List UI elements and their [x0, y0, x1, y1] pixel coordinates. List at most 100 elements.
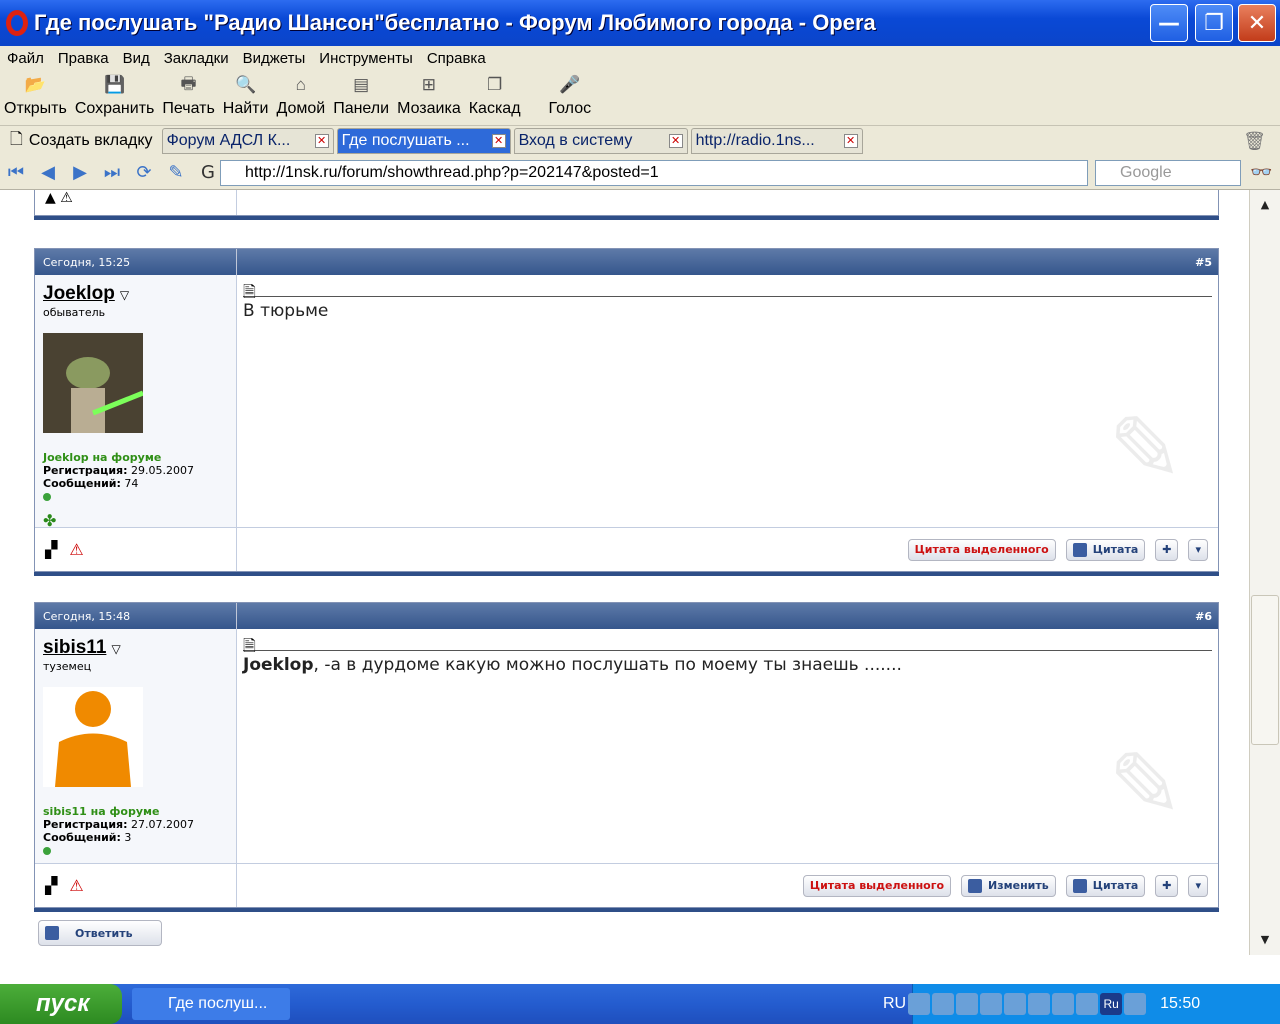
online-dot-icon [43, 847, 51, 855]
home-icon: ⌂ [295, 75, 306, 94]
print-button[interactable]: 🖶 Печать [158, 70, 218, 125]
report-icon[interactable]: ⚠ [69, 540, 83, 559]
user-title: обыватель [43, 306, 106, 319]
print-icon: 🖶 [180, 73, 197, 93]
multiquote-button[interactable]: ✚ [1155, 538, 1179, 561]
close-tab-icon[interactable]: ✕ [668, 134, 683, 148]
quote-button[interactable]: Цитата [1065, 538, 1146, 561]
user-card: sibis11 ▽ туземец sibis11 на форуме Реги… [35, 629, 237, 863]
tab-adsl[interactable]: Форум АДСЛ К... ✕ [161, 128, 334, 154]
taskbar-opera-item[interactable]: Где послуш... [132, 988, 290, 1020]
post-number[interactable]: #5 [1195, 256, 1218, 269]
ip-icon[interactable]: ▞ [45, 876, 57, 895]
tray-app-icon[interactable] [1028, 993, 1051, 1015]
post-message: 🗎 В тюрьме ✎ [237, 275, 1218, 527]
pencil-watermark-icon: ✎ [1108, 397, 1184, 502]
open-button[interactable]: 📂 Открыть [0, 70, 71, 125]
tray-lang-icon[interactable]: Ru [1100, 993, 1123, 1015]
scroll-up-icon[interactable]: ▲ [1250, 190, 1280, 220]
post: Сегодня, 15:25 #5 Joeklop ▽ обыватель Jo… [34, 248, 1219, 572]
post-header: Сегодня, 15:25 #5 [35, 249, 1218, 275]
tray-volume-icon[interactable] [1124, 993, 1147, 1015]
scrollbar-thumb[interactable] [1251, 595, 1279, 745]
start-button[interactable]: пуск [0, 984, 122, 1024]
quoted-username[interactable]: Joeklop [243, 655, 314, 675]
new-tab-button[interactable]: 🗋 Создать вкладку [0, 128, 159, 155]
online-status[interactable]: Joeklop на форуме [43, 451, 228, 464]
maximize-button[interactable]: ❐ [1195, 4, 1233, 42]
menu-edit[interactable]: Правка [51, 50, 116, 67]
username[interactable]: Joeklop [43, 283, 115, 304]
previous-post-footer: ▲ ⚠ [34, 190, 1219, 216]
report-icon[interactable]: ▲ ⚠ [35, 190, 237, 215]
vertical-scrollbar[interactable]: ▲ ▼ [1249, 190, 1280, 955]
find-button[interactable]: 🔍 Найти [219, 70, 273, 125]
trash-icon[interactable]: 🗑 [1243, 131, 1266, 152]
voice-button[interactable]: 🎤 Голос [545, 70, 596, 125]
online-status[interactable]: sibis11 на форуме [43, 805, 228, 818]
tab-login[interactable]: Вход в систему ✕ [513, 128, 688, 154]
url-input[interactable]: http://1nsk.ru/forum/showthread.php?p=20… [220, 160, 1088, 186]
chevron-down-icon[interactable]: ▽ [111, 642, 120, 656]
chevron-down-icon[interactable]: ▽ [120, 288, 129, 302]
panels-button[interactable]: ▤ Панели [329, 70, 393, 125]
message-count: 3 [124, 831, 132, 844]
tray-app-icon[interactable] [1052, 993, 1075, 1015]
menu-view[interactable]: Вид [116, 50, 157, 67]
fast-forward-icon[interactable]: ⏭ [98, 162, 126, 184]
quote-selected-button[interactable]: Цитата выделенного [802, 874, 952, 897]
post-number[interactable]: #6 [1195, 610, 1218, 623]
cascade-button[interactable]: ❐ Каскад [465, 70, 525, 125]
post-icon: 🗎 [243, 635, 1212, 655]
edit-icon[interactable]: ✎ [162, 162, 190, 184]
search-input[interactable]: Google [1095, 160, 1241, 186]
pencil-watermark-icon: ✎ [1108, 733, 1184, 838]
menu-widgets[interactable]: Виджеты [236, 50, 313, 67]
close-tab-icon[interactable]: ✕ [491, 134, 506, 148]
reply-button[interactable]: Ответить [38, 920, 162, 946]
report-icon[interactable]: ⚠ [69, 876, 83, 895]
reload-icon[interactable]: ⟳ [130, 162, 158, 184]
avatar [43, 687, 143, 787]
tab-radio-1nsk[interactable]: http://radio.1ns... ✕ [690, 128, 863, 154]
ip-icon[interactable]: ▞ [45, 540, 57, 559]
tray-network-icon[interactable] [956, 993, 979, 1015]
multiquote-button[interactable]: ✚ [1155, 874, 1179, 897]
tray-icq-icon[interactable] [1076, 993, 1099, 1015]
menu-bookmarks[interactable]: Закладки [157, 50, 236, 67]
forward-icon[interactable]: ▶ [66, 162, 94, 184]
close-tab-icon[interactable]: ✕ [314, 134, 329, 148]
tray-network-icon[interactable] [908, 993, 931, 1015]
tray-user-icon[interactable] [980, 993, 1003, 1015]
tab-radio-chanson[interactable]: Где послушать ... ✕ [336, 128, 511, 154]
panels-icon: ▤ [353, 75, 370, 94]
home-button[interactable]: ⌂ Домой [272, 70, 329, 125]
window-title: Где послушать "Радио Шансон"бесплатно - … [34, 10, 876, 35]
tile-button[interactable]: ⊞ Мозаика [393, 70, 465, 125]
language-indicator[interactable]: RU [883, 995, 906, 1013]
menu-tools[interactable]: Инструменты [312, 50, 420, 67]
reply-icon [45, 926, 59, 940]
quick-reply-button[interactable]: ▾ [1188, 874, 1208, 897]
opera-logo-icon [6, 10, 28, 36]
tray-network-icon[interactable] [932, 993, 955, 1015]
quote-selected-button[interactable]: Цитата выделенного [907, 538, 1056, 561]
back-icon[interactable]: ◀ [34, 162, 62, 184]
quote-button[interactable]: Цитата [1065, 874, 1146, 897]
tray-shield-icon[interactable] [1004, 993, 1027, 1015]
close-button[interactable]: ✕ [1238, 4, 1276, 42]
menu-help[interactable]: Справка [420, 50, 493, 67]
minimize-button[interactable]: — [1150, 4, 1188, 42]
username[interactable]: sibis11 [43, 637, 106, 658]
edit-button[interactable]: Изменить [961, 874, 1056, 897]
quick-reply-button[interactable]: ▾ [1188, 538, 1208, 561]
scroll-down-icon[interactable]: ▼ [1250, 925, 1280, 955]
menu-file[interactable]: Файл [0, 50, 51, 67]
folder-icon: 📂 [24, 75, 46, 94]
glasses-icon[interactable]: 👓 [1250, 162, 1272, 183]
message-count: 74 [124, 477, 139, 490]
close-tab-icon[interactable]: ✕ [843, 134, 858, 148]
google-icon[interactable]: G [194, 162, 222, 184]
save-button[interactable]: 💾 Сохранить [71, 70, 159, 125]
rewind-icon[interactable]: ⏮ [2, 162, 30, 184]
